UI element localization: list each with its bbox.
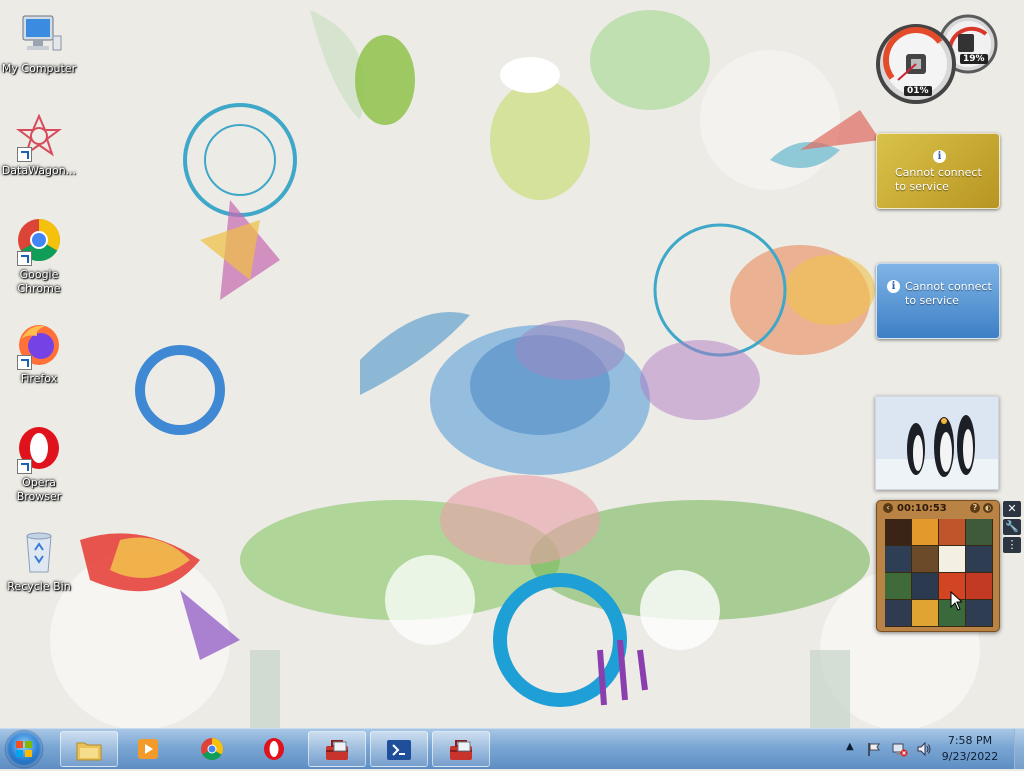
picture-puzzle-gadget[interactable]: ‹ 00:10:53 ? ◐	[876, 500, 1000, 632]
show-desktop-button[interactable]	[1014, 729, 1024, 769]
desktop-icon-google-chrome[interactable]: Google Chrome	[0, 216, 78, 296]
puzzle-tile[interactable]	[885, 573, 911, 599]
desktop-icon-label: Google Chrome	[17, 268, 61, 295]
datawagon-icon	[15, 112, 63, 162]
chrome-icon	[15, 216, 63, 266]
penguins-photo	[876, 397, 998, 489]
info-icon: i	[887, 280, 900, 293]
puzzle-tile[interactable]	[885, 546, 911, 572]
puzzle-tile[interactable]	[966, 600, 992, 626]
mouse-cursor-icon	[950, 591, 962, 611]
opera-icon	[264, 738, 284, 760]
puzzle-tile[interactable]	[966, 546, 992, 572]
network-icon[interactable]	[892, 741, 908, 757]
clock-date: 9/23/2022	[941, 750, 999, 763]
puzzle-tile[interactable]	[885, 519, 911, 545]
puzzle-tile[interactable]	[912, 546, 938, 572]
shortcut-arrow-icon	[17, 251, 32, 266]
toolbox-icon	[326, 740, 348, 760]
cpu-usage-readout: 01%	[904, 86, 932, 96]
wrench-icon[interactable]: 🔧	[1003, 519, 1021, 535]
info-icon: i	[933, 150, 946, 163]
back-icon[interactable]: ‹	[883, 503, 893, 513]
media-player-icon	[138, 739, 158, 759]
puzzle-tile[interactable]	[939, 546, 965, 572]
taskbar: ▲ 7:58 PM 9/23/2022	[0, 728, 1024, 769]
toolbox-icon	[450, 740, 472, 760]
weather-gadget-blue[interactable]: i Cannot connect to service	[876, 263, 1000, 339]
taskbar-button-toolbox-2[interactable]	[432, 731, 490, 767]
chrome-icon	[201, 738, 223, 760]
action-center-flag-icon[interactable]	[866, 741, 882, 757]
recycle-bin-icon	[15, 528, 63, 576]
folder-icon	[76, 742, 102, 761]
system-clock[interactable]: 7:58 PM 9/23/2022	[930, 733, 1010, 765]
taskbar-button-windows-explorer[interactable]	[60, 731, 118, 767]
desktop-icon-recycle-bin[interactable]: Recycle Bin	[0, 528, 78, 594]
desktop-wallpaper	[0, 0, 1024, 728]
taskbar-button-toolbox-1[interactable]	[308, 731, 366, 767]
desktop-icon-label: Recycle Bin	[7, 580, 71, 593]
firefox-icon	[15, 320, 63, 370]
memory-usage-readout: 19%	[960, 54, 988, 64]
puzzle-tile[interactable]	[912, 600, 938, 626]
taskbar-button-powershell[interactable]	[370, 731, 428, 767]
desktop-icon-label: Opera Browser	[16, 476, 62, 503]
help-icon[interactable]: ?	[970, 503, 980, 513]
taskbar-button-opera[interactable]	[246, 731, 304, 767]
desktop-icon-label: DataWagon...	[1, 164, 77, 177]
computer-icon	[15, 10, 63, 58]
puzzle-tile[interactable]	[912, 573, 938, 599]
weather-status-message: Cannot connect to service	[895, 166, 982, 193]
desktop-icon-label: My Computer	[1, 62, 77, 75]
pause-icon[interactable]: ◐	[983, 503, 993, 513]
shortcut-arrow-icon	[17, 459, 32, 474]
windows-logo-icon	[16, 741, 32, 757]
taskbar-button-media-player[interactable]	[120, 731, 178, 767]
slideshow-gadget[interactable]	[875, 396, 999, 490]
desktop-icon-datawagon[interactable]: DataWagon...	[0, 112, 78, 178]
shortcut-arrow-icon	[17, 355, 32, 370]
powershell-icon	[387, 740, 411, 760]
weather-status-message: Cannot connect to service	[905, 280, 992, 307]
puzzle-tile[interactable]	[966, 519, 992, 545]
clock-time: 7:58 PM	[947, 734, 993, 747]
puzzle-tile[interactable]	[885, 600, 911, 626]
desktop-icon-label: Firefox	[20, 372, 58, 385]
puzzle-grid[interactable]	[885, 519, 993, 627]
start-button[interactable]	[6, 731, 42, 767]
puzzle-timer: 00:10:53	[897, 503, 947, 514]
weather-gadget-gold[interactable]: i Cannot connect to service	[876, 133, 1000, 209]
close-icon[interactable]: ✕	[1003, 501, 1021, 517]
desktop-icon-opera-browser[interactable]: Opera Browser	[0, 424, 78, 504]
shortcut-arrow-icon	[17, 147, 32, 162]
puzzle-tile[interactable]	[939, 519, 965, 545]
puzzle-tile[interactable]	[912, 519, 938, 545]
opera-icon	[15, 424, 63, 474]
desktop-icon-firefox[interactable]: Firefox	[0, 320, 78, 386]
drag-handle-icon[interactable]: ⋮	[1003, 537, 1021, 553]
gadget-toolbar: ✕ 🔧 ⋮	[1003, 501, 1023, 561]
puzzle-tile[interactable]	[966, 573, 992, 599]
desktop-icon-my-computer[interactable]: My Computer	[0, 10, 78, 76]
taskbar-button-google-chrome[interactable]	[184, 731, 242, 767]
cpu-meter-gadget[interactable]: 01% 19%	[874, 12, 1002, 104]
show-hidden-icons-chevron-icon[interactable]: ▲	[846, 741, 854, 755]
